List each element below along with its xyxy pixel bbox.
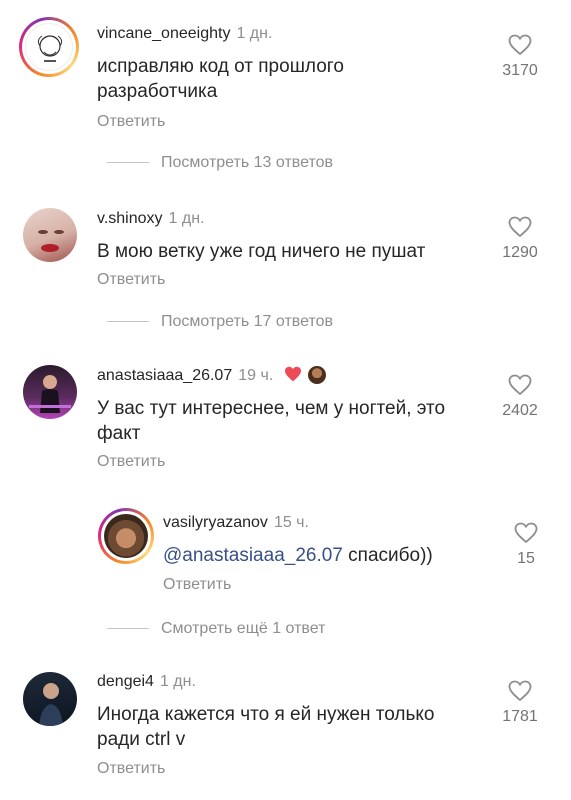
comment-text: В мою ветку уже год ничего не пушат bbox=[97, 241, 426, 262]
avatar-story-ring[interactable] bbox=[98, 508, 154, 564]
comment-text: Иногда кажется что я ей нужен только рад… bbox=[97, 704, 435, 750]
comment-text: @anastasiaaa_26.07 спасибо)) bbox=[163, 545, 433, 566]
like-button[interactable]: 1290 bbox=[490, 216, 550, 262]
avatar-photo-icon bbox=[29, 375, 71, 413]
avatar-photo-icon bbox=[38, 230, 64, 252]
like-button[interactable]: 2402 bbox=[490, 374, 550, 420]
like-button[interactable]: 1781 bbox=[490, 680, 550, 726]
timestamp: 19 ч. bbox=[238, 367, 274, 384]
reply-button[interactable]: Ответить bbox=[97, 453, 165, 471]
view-replies-button[interactable]: Посмотреть 17 ответов bbox=[107, 313, 333, 331]
username[interactable]: vasilyryazanov bbox=[163, 514, 268, 531]
username[interactable]: anastasiaaa_26.07 bbox=[97, 367, 232, 384]
author-avatar-mini bbox=[308, 366, 327, 384]
avatar-story-ring[interactable] bbox=[19, 17, 79, 77]
comment-text: исправляю код от прошлого разработчика bbox=[97, 56, 344, 102]
like-count: 1781 bbox=[502, 708, 538, 725]
like-count: 3170 bbox=[502, 62, 538, 79]
avatar[interactable] bbox=[23, 208, 77, 262]
comment-text: У вас тут интереснее, чем у ногтей, это … bbox=[97, 398, 446, 444]
heart-outline-icon bbox=[508, 680, 532, 702]
timestamp: 1 дн. bbox=[159, 673, 196, 690]
username[interactable]: dengei4 bbox=[97, 673, 154, 690]
timestamp: 15 ч. bbox=[273, 514, 309, 531]
avatar[interactable] bbox=[23, 672, 77, 726]
username[interactable]: v.shinoxy bbox=[97, 210, 163, 227]
heart-outline-icon bbox=[508, 374, 532, 396]
reply-button[interactable]: Ответить bbox=[163, 576, 231, 594]
heart-outline-icon bbox=[508, 216, 532, 238]
avatar[interactable] bbox=[23, 365, 77, 419]
reply-button[interactable]: Ответить bbox=[97, 760, 165, 778]
reply-button[interactable]: Ответить bbox=[97, 113, 165, 131]
like-count: 2402 bbox=[502, 402, 538, 419]
avatar-photo-icon bbox=[39, 683, 63, 726]
reply-button[interactable]: Ответить bbox=[97, 271, 165, 289]
timestamp: 1 дн. bbox=[236, 25, 273, 42]
sketch-logo-icon bbox=[37, 35, 63, 62]
heart-outline-icon bbox=[514, 522, 538, 544]
view-more-replies-button[interactable]: Смотреть ещё 1 ответ bbox=[107, 620, 325, 638]
username[interactable]: vincane_oneeighty bbox=[97, 25, 230, 42]
like-count: 15 bbox=[517, 550, 535, 567]
like-button[interactable]: 3170 bbox=[490, 34, 550, 80]
like-count: 1290 bbox=[502, 244, 538, 261]
author-liked-heart-icon bbox=[284, 366, 301, 382]
avatar bbox=[25, 23, 73, 71]
timestamp: 1 дн. bbox=[168, 210, 205, 227]
view-replies-button[interactable]: Посмотреть 13 ответов bbox=[107, 154, 333, 172]
heart-outline-icon bbox=[508, 34, 532, 56]
mention-link[interactable]: @anastasiaaa_26.07 bbox=[163, 545, 343, 566]
avatar bbox=[104, 514, 148, 558]
like-button[interactable]: 15 bbox=[496, 522, 556, 568]
